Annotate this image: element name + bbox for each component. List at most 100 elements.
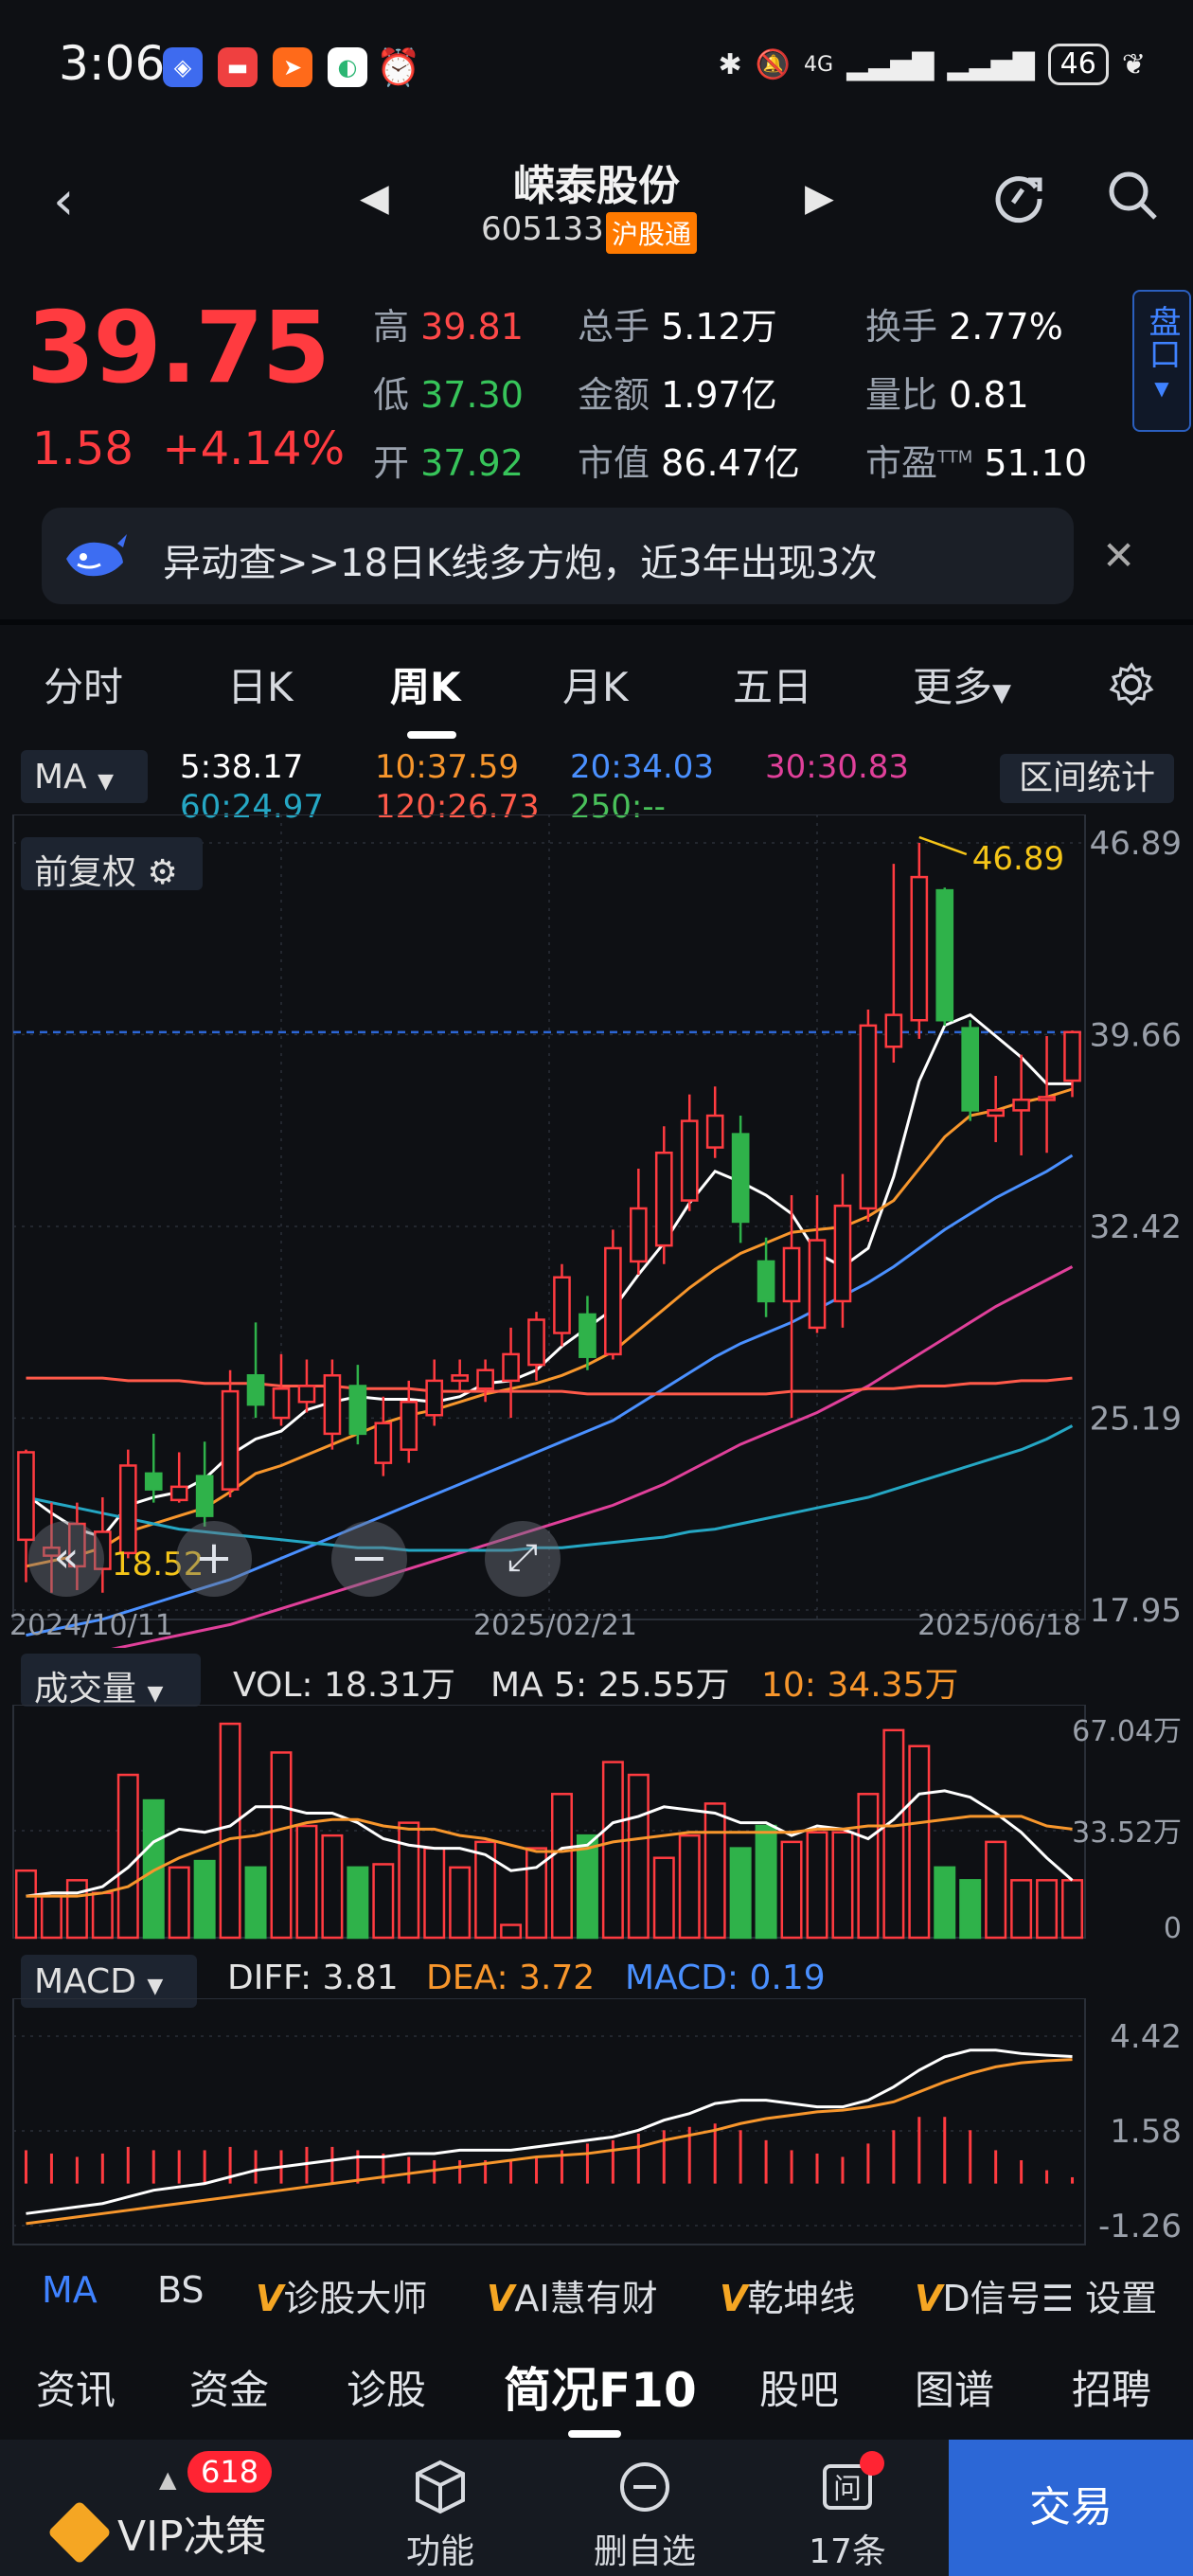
refresh-icon[interactable]: [990, 167, 1047, 224]
volume-bar: [729, 1847, 752, 1940]
volume-bar: [857, 1793, 880, 1940]
candle-body: [1038, 1096, 1056, 1101]
remove-watchlist-label: 删自选: [593, 2532, 696, 2571]
ma10-label: 10:37.59: [375, 748, 520, 786]
volume-bar: [398, 1821, 420, 1940]
svg-text:问: 问: [833, 2473, 862, 2506]
minus-circle-icon: [620, 2462, 669, 2512]
candle-body: [910, 875, 929, 1022]
notification-dot: [860, 2451, 884, 2476]
candle-body: [118, 1464, 137, 1555]
indicator-ai[interactable]: VAI慧有财: [487, 2269, 658, 2321]
macd-chart[interactable]: 4.42 1.58 -1.26: [0, 1998, 1193, 2254]
tab-forum[interactable]: 股吧: [759, 2358, 839, 2416]
candle-body: [553, 1276, 571, 1334]
tab-more-label: 更多: [913, 664, 993, 710]
volume-ratio-label: 量比: [865, 374, 938, 416]
close-icon[interactable]: ✕: [1102, 532, 1135, 579]
open-label: 开: [373, 442, 410, 484]
prev-stock-button[interactable]: ◀: [360, 176, 389, 220]
scroll-left-button[interactable]: «: [28, 1521, 104, 1597]
indicator-settings[interactable]: ☰ 设置: [1042, 2269, 1157, 2321]
indicator-bs[interactable]: BS: [157, 2269, 205, 2311]
vip-button[interactable]: ▲ VIP决策: [0, 2440, 341, 2576]
y-tick-label: 39.66: [1090, 1016, 1182, 1054]
volume-bar: [1061, 1879, 1084, 1940]
remove-watchlist-button[interactable]: 删自选: [545, 2440, 744, 2576]
next-stock-button[interactable]: ▶: [805, 176, 834, 220]
candle-body: [1012, 1098, 1030, 1112]
tab-diagnose[interactable]: 诊股: [347, 2358, 426, 2416]
volume-selector[interactable]: 成交量 ▼: [21, 1654, 201, 1708]
gear-icon: ⚙: [147, 853, 178, 892]
volume-bar: [168, 1866, 190, 1940]
tab-jobs[interactable]: 招聘: [1072, 2358, 1151, 2416]
adjust-selector[interactable]: 前复权 ⚙: [21, 837, 203, 892]
candlestick-chart[interactable]: 46.8939.6632.4225.1917.9546.8918.522024/…: [0, 814, 1193, 1648]
price-change: 1.58 +4.14%: [32, 422, 345, 475]
back-button[interactable]: ‹: [53, 170, 74, 232]
indicator-qiankun[interactable]: V乾坤线: [720, 2269, 855, 2321]
ma-selector[interactable]: MA ▼: [21, 750, 148, 803]
tab-monthly-k[interactable]: 月K: [562, 655, 629, 713]
volume-bar: [500, 1923, 523, 1940]
fullscreen-button[interactable]: ⤢: [485, 1521, 561, 1597]
chevron-down-icon: ▼: [147, 1682, 164, 1706]
status-right: ✱ 🔕 4G ▂▃▅▇ ▂▃▅▇ 46 ❦: [719, 44, 1146, 85]
volume-bar: [908, 1744, 931, 1940]
gear-icon[interactable]: [1108, 661, 1155, 708]
tab-f10[interactable]: 简况F10: [504, 2352, 697, 2421]
function-label: 功能: [405, 2532, 474, 2571]
vip-v-icon: V: [256, 2278, 284, 2319]
indicator-ma[interactable]: MA: [42, 2269, 98, 2311]
candle-body: [731, 1133, 750, 1224]
ask-button[interactable]: 问 17条: [748, 2440, 947, 2576]
y-tick-label: 33.52万: [1072, 1816, 1182, 1850]
volume-bar: [14, 1869, 37, 1940]
tab-graph[interactable]: 图谱: [915, 2358, 994, 2416]
candle-body: [833, 1204, 852, 1303]
x-tick-label: 2025/02/21: [473, 1609, 637, 1642]
macd-selector-label: MACD: [34, 1962, 136, 2001]
volume-bar: [1010, 1879, 1033, 1940]
volume-bar: [219, 1722, 241, 1940]
function-button[interactable]: 功能: [341, 2440, 540, 2576]
tab-five-day[interactable]: 五日: [733, 655, 812, 713]
order-book-button[interactable]: 盘口 ▼: [1132, 290, 1191, 432]
chevron-down-icon: ▼: [992, 679, 1012, 707]
chart-frame: [12, 1998, 1086, 2245]
search-icon[interactable]: [1104, 167, 1161, 224]
volume-bar: [449, 1866, 472, 1940]
volume-chart[interactable]: 67.04万 33.52万 0: [0, 1705, 1193, 1951]
candle-body: [272, 1387, 291, 1420]
active-tab-indicator: [407, 731, 456, 739]
high-annotation: 46.89: [972, 840, 1064, 878]
tab-news[interactable]: 资讯: [36, 2358, 116, 2416]
active-tab-indicator: [568, 2430, 621, 2438]
candle-body: [502, 1352, 520, 1383]
chevron-down-icon: ▼: [1154, 377, 1169, 400]
trade-button[interactable]: 交易: [949, 2440, 1193, 2576]
tab-funds[interactable]: 资金: [189, 2358, 269, 2416]
indicator-diagnosis-label: 诊股大师: [283, 2278, 428, 2319]
stock-code: 605133: [481, 210, 604, 248]
candle-body: [297, 1385, 316, 1404]
indicator-diagnosis[interactable]: V诊股大师: [256, 2269, 427, 2321]
tab-daily-k[interactable]: 日K: [227, 655, 294, 713]
zoom-out-button[interactable]: −: [331, 1521, 407, 1597]
amount-cell: 金额 1.97亿: [578, 366, 777, 418]
range-stats-button[interactable]: 区间统计: [1000, 754, 1174, 803]
ma30-label: 30:30.83: [765, 748, 910, 786]
candle-body: [348, 1385, 367, 1436]
ma-selector-label: MA: [34, 758, 87, 796]
ma5-label: 5:38.17: [180, 748, 304, 786]
tab-more[interactable]: 更多▼: [913, 655, 1011, 713]
divider: [0, 619, 1193, 625]
tab-weekly-k[interactable]: 周K: [390, 655, 461, 713]
candle-body: [221, 1389, 240, 1491]
turnover-cell: 换手 2.77%: [865, 297, 1063, 349]
tab-intraday[interactable]: 分时: [44, 655, 123, 713]
indicator-dsignal[interactable]: VD信号: [915, 2269, 1038, 2321]
zoom-in-button[interactable]: +: [176, 1521, 252, 1597]
pe-value: 51.10: [984, 442, 1088, 484]
